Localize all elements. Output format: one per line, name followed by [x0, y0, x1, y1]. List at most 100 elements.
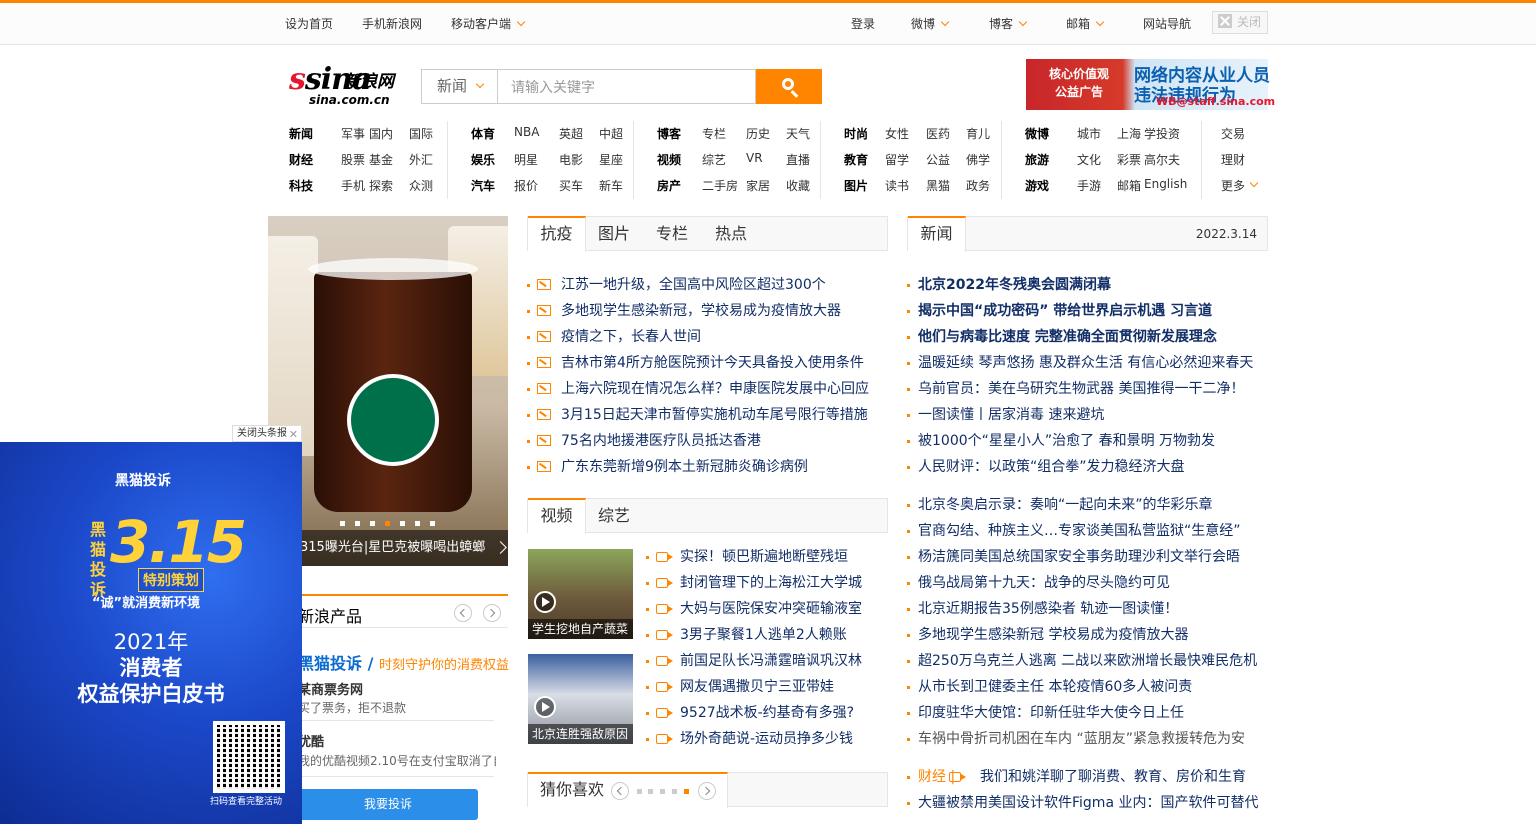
nav-link[interactable]: 手游: [1077, 177, 1101, 194]
list-item[interactable]: 网友偶遇撒贝宁三亚带娃: [646, 674, 888, 700]
nav-link[interactable]: 英超: [559, 125, 583, 142]
nav-link[interactable]: 教育: [844, 151, 868, 168]
news-item[interactable]: 北京2022年冬残奥会圆满闭幕: [907, 272, 1268, 298]
news-item[interactable]: 一图读懂丨居家消毒 速来避坑: [907, 402, 1268, 428]
nav-link[interactable]: 女性: [885, 125, 909, 142]
close-ad-button[interactable]: 关闭头条报 ✕: [232, 425, 302, 442]
nav-link[interactable]: 文化: [1077, 151, 1101, 168]
finance-news-item[interactable]: 财经 | 我们和姚洋聊了聊消费、教育、房价和生育: [907, 764, 1268, 790]
mobile-sina-link[interactable]: 手机新浪网: [362, 15, 422, 32]
news-item[interactable]: 他们与病毒比速度 完整准确全面贯彻新发展理念: [907, 324, 1268, 350]
nav-link[interactable]: 财经: [289, 151, 313, 168]
search-button[interactable]: [756, 69, 822, 104]
nav-link[interactable]: 政务: [966, 177, 990, 194]
nav-link[interactable]: 体育: [471, 125, 495, 142]
nav-link[interactable]: 邮箱: [1117, 177, 1141, 194]
nav-link[interactable]: 新闻: [289, 125, 313, 142]
nav-link[interactable]: 汽车: [471, 177, 495, 194]
nav-link[interactable]: 国内: [369, 125, 393, 142]
tab-variety[interactable]: 综艺: [598, 499, 630, 533]
weibo-menu[interactable]: 微博: [911, 15, 950, 32]
nav-link[interactable]: 基金: [369, 151, 393, 168]
nav-link[interactable]: 电影: [559, 151, 583, 168]
nav-link[interactable]: 育儿: [966, 125, 990, 142]
news-item[interactable]: 官商勾结、种族主义…专家谈美国私营监狱“生意经”: [907, 518, 1268, 544]
search-input[interactable]: [497, 69, 756, 104]
nav-link[interactable]: 理财: [1221, 151, 1245, 168]
nav-link[interactable]: 时尚: [844, 125, 868, 142]
nav-link[interactable]: 天气: [786, 125, 810, 142]
nav-link[interactable]: 城市: [1077, 125, 1101, 142]
list-item[interactable]: 多地现学生感染新冠，学校易成为疫情放大器: [527, 298, 888, 324]
news-item[interactable]: 温暖延续 琴声悠扬 惠及群众生活 有信心必然迎来春天: [907, 350, 1268, 376]
site-nav-link[interactable]: 网站导航: [1143, 15, 1191, 32]
complain-button[interactable]: 我要投诉: [298, 789, 478, 820]
nav-link[interactable]: 收藏: [786, 177, 810, 194]
nav-link[interactable]: 明星: [514, 151, 538, 168]
list-item[interactable]: 吉林市第4所方舱医院预计今天具备投入使用条件: [527, 350, 888, 376]
list-item[interactable]: 实探！顿巴斯遍地断壁残垣: [646, 544, 888, 570]
prev-arrow-icon[interactable]: [611, 782, 629, 800]
list-item[interactable]: 75名内地援港医疗队员抵达香港: [527, 428, 888, 454]
nav-link[interactable]: 彩票: [1117, 151, 1141, 168]
list-item[interactable]: 上海六院现在情况怎么样？申康医院发展中心回应: [527, 376, 888, 402]
nav-link[interactable]: 博客: [657, 125, 681, 142]
nav-link[interactable]: 历史: [746, 125, 770, 142]
tab-pictures[interactable]: 图片: [598, 217, 630, 251]
set-homepage-link[interactable]: 设为首页: [285, 15, 333, 32]
chevron-right-icon[interactable]: [494, 541, 507, 554]
news-item[interactable]: 车祸中骨折司机困在车内 “蓝朋友”紧急救援转危为安: [907, 726, 1268, 752]
news-item[interactable]: 北京近期报告35例感染者 轨迹一图读懂！: [907, 596, 1268, 622]
list-item[interactable]: 江苏一地升级，全国高中风险区超过300个: [527, 272, 888, 298]
play-icon[interactable]: [534, 696, 556, 718]
search-category-select[interactable]: 新闻: [421, 69, 497, 104]
news-item[interactable]: 杨洁篪同美国总统国家安全事务助理沙利文举行会晤: [907, 544, 1268, 570]
mail-menu[interactable]: 邮箱: [1066, 15, 1105, 32]
nav-link[interactable]: 众测: [409, 177, 433, 194]
tab-video[interactable]: 视频: [528, 498, 586, 534]
news-item[interactable]: 印度驻华大使馆：印新任驻华大使今日上任: [907, 700, 1268, 726]
list-item[interactable]: 9527战术板-约基奇有多强?: [646, 700, 888, 726]
play-icon[interactable]: [534, 591, 556, 613]
nav-link[interactable]: 旅游: [1025, 151, 1049, 168]
nav-link[interactable]: NBA: [514, 125, 539, 139]
nav-link[interactable]: English: [1144, 177, 1187, 191]
tab-news[interactable]: 新闻: [908, 216, 966, 252]
news-item[interactable]: 揭示中国“成功密码” 带给世界启示机遇 习言道: [907, 298, 1268, 324]
video-thumb[interactable]: 学生挖地自产蔬菜: [528, 549, 633, 639]
nav-link[interactable]: 二手房: [702, 177, 738, 194]
list-item[interactable]: 场外奇葩说-运动员挣多少钱: [646, 726, 888, 752]
tab-guess[interactable]: 猜你喜欢: [528, 772, 728, 808]
nav-link[interactable]: 佛学: [966, 151, 990, 168]
news-item[interactable]: 大疆被禁用美国设计软件Figma 业内：国产软件可替代: [907, 790, 1268, 816]
nav-link[interactable]: 国际: [409, 125, 433, 142]
video-thumb[interactable]: 北京连胜强敌原因: [528, 654, 633, 744]
nav-link[interactable]: 视频: [657, 151, 681, 168]
nav-link[interactable]: 股票: [341, 151, 365, 168]
nav-link[interactable]: 家居: [746, 177, 770, 194]
nav-link[interactable]: 图片: [844, 177, 868, 194]
heimao-link[interactable]: 黑猫投诉 / 时刻守护你的消费权益: [298, 650, 509, 674]
next-arrow-icon[interactable]: [698, 782, 716, 800]
nav-link[interactable]: 买车: [559, 177, 583, 194]
topbar-close-button[interactable]: 关闭: [1212, 11, 1268, 34]
nav-link[interactable]: 专栏: [702, 125, 726, 142]
list-item[interactable]: 广东东莞新增9例本土新冠肺炎确诊病例: [527, 454, 888, 480]
nav-link[interactable]: 中超: [599, 125, 623, 142]
news-item[interactable]: 北京冬奥启示录：奏响“一起向未来”的华彩乐章: [907, 492, 1268, 518]
slide-dots[interactable]: [340, 515, 445, 529]
sina-logo[interactable]: ssina 新浪网 sina.com.cn: [289, 60, 399, 108]
nav-link[interactable]: 手机: [341, 177, 365, 194]
nav-link[interactable]: 星座: [599, 151, 623, 168]
focus-caption[interactable]: 315曝光台|星巴克被曝喝出蟑螂: [268, 530, 508, 566]
list-item[interactable]: 大妈与医院保安冲突砸输液室: [646, 596, 888, 622]
tab-epidemic[interactable]: 抗疫: [528, 216, 586, 252]
top-banner-ad[interactable]: 核心价值观 公益广告 网络内容从业人员 违法违规行为 WB@staff.sina.…: [1026, 59, 1275, 110]
news-item[interactable]: 多地现学生感染新冠 学校易成为疫情放大器: [907, 622, 1268, 648]
list-item[interactable]: 3男子聚餐1人逃单2人赖账: [646, 622, 888, 648]
focus-slideshow[interactable]: 315曝光台|星巴克被曝喝出蟑螂: [268, 216, 508, 566]
news-item[interactable]: 乌前官员：美在乌研究生物武器 美国推得一干二净！: [907, 376, 1268, 402]
nav-link[interactable]: 学投资: [1144, 125, 1180, 142]
news-item[interactable]: 超250万乌克兰人逃离 二战以来欧洲增长最快难民危机: [907, 648, 1268, 674]
news-item[interactable]: 从市长到卫健委主任 本轮疫情60多人被问责: [907, 674, 1268, 700]
